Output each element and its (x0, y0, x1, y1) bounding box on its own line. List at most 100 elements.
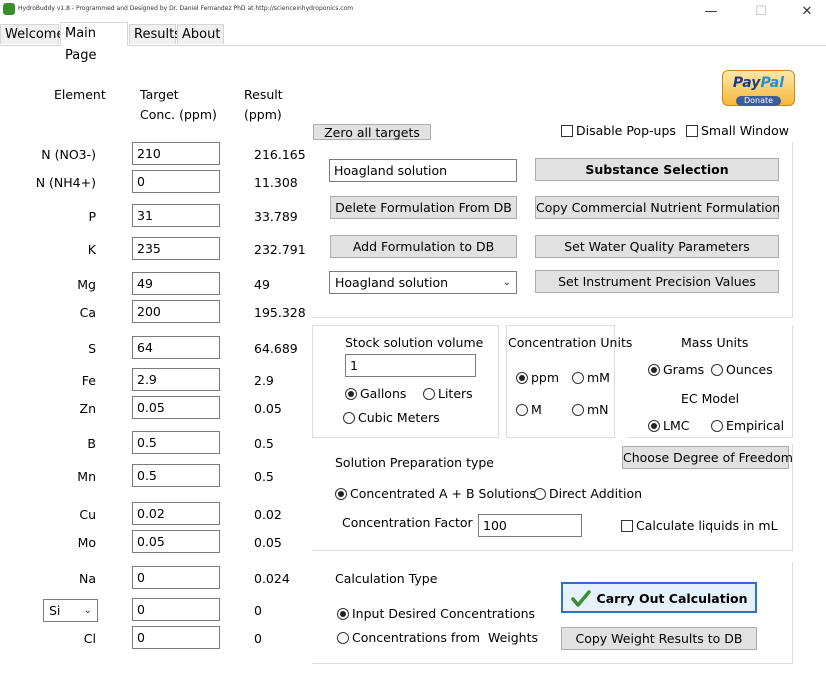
target-concentration-input[interactable]: 210 (132, 142, 220, 165)
target-concentration-input[interactable]: 200 (132, 300, 220, 323)
calculation-type-title: Calculation Type (335, 571, 438, 586)
empirical-radio[interactable]: Empirical (711, 417, 784, 433)
close-button[interactable]: ✕ (784, 0, 826, 22)
checkbox-icon (561, 124, 573, 137)
target-concentration-input[interactable]: 0 (132, 598, 220, 621)
tab-about[interactable]: About (177, 24, 224, 44)
copy-weight-results-button[interactable]: Copy Weight Results to DB (561, 627, 757, 650)
result-value: 11.308 (254, 175, 298, 190)
grams-radio[interactable]: Grams (648, 361, 704, 377)
target-concentration-input[interactable]: 0 (132, 170, 220, 193)
element-label: P (88, 209, 96, 224)
radio-icon (337, 631, 349, 644)
gallons-radio[interactable]: Gallons (345, 385, 406, 401)
minimize-button[interactable]: — (688, 0, 734, 22)
concentration-units-title: Concentration Units (508, 335, 633, 350)
carry-out-calculation-label: Carry Out Calculation (596, 591, 748, 606)
header-element: Element (54, 87, 106, 102)
element-label: Mg (77, 277, 96, 292)
mN-radio[interactable]: mN (572, 401, 609, 417)
input-desired-concentrations-radio[interactable]: Input Desired Concentrations (337, 605, 535, 621)
M-radio[interactable]: M (516, 401, 542, 417)
result-value: 232.791 (254, 242, 306, 257)
radio-selected-icon (345, 387, 357, 400)
result-value: 216.165 (254, 147, 306, 162)
target-concentration-input[interactable]: 2.9 (132, 368, 220, 391)
tab-welcome[interactable]: Welcome (0, 24, 64, 44)
result-value: 0.5 (254, 469, 274, 484)
zero-all-targets-button[interactable]: Zero all targets (313, 124, 431, 140)
app-icon (3, 3, 15, 15)
radio-selected-icon (648, 419, 660, 432)
target-concentration-input[interactable]: 0 (132, 626, 220, 649)
target-concentration-input[interactable]: 0.5 (132, 464, 220, 487)
target-concentration-input[interactable]: 49 (132, 272, 220, 295)
target-concentration-input[interactable]: 64 (132, 336, 220, 359)
lmc-radio[interactable]: LMC (648, 417, 689, 433)
delete-formulation-button[interactable]: Delete Formulation From DB (330, 196, 517, 219)
result-value: 0 (254, 603, 262, 618)
ounces-radio[interactable]: Ounces (711, 361, 773, 377)
direct-addition-radio[interactable]: Direct Addition (534, 485, 642, 501)
paypal-logo-pay: Pay (732, 75, 761, 91)
element-select[interactable]: Si ⌄ (43, 599, 98, 622)
element-label: Mo (77, 535, 96, 550)
maximize-button[interactable]: ☐ (738, 0, 784, 22)
set-water-quality-button[interactable]: Set Water Quality Parameters (535, 235, 779, 258)
window-title: HydroBuddy v1.8 - Programmed and Designe… (18, 5, 354, 12)
substance-selection-button[interactable]: Substance Selection (535, 158, 779, 181)
paypal-donate-label: Donate (735, 96, 782, 106)
empirical-label: Empirical (726, 418, 785, 433)
liters-radio[interactable]: Liters (423, 385, 473, 401)
grams-label: Grams (663, 362, 705, 377)
paypal-logo: PayPal (723, 74, 794, 92)
target-concentration-input[interactable]: 0 (132, 566, 220, 589)
element-label: Na (78, 571, 96, 586)
target-concentration-input[interactable]: 0.5 (132, 431, 220, 454)
concentrated-ab-radio[interactable]: Concentrated A + B Solutions (335, 485, 536, 501)
formulation-select[interactable]: Hoagland solution ⌄ (329, 271, 517, 294)
copy-commercial-formulation-button[interactable]: Copy Commercial Nutrient Formulation (535, 196, 780, 219)
add-formulation-button[interactable]: Add Formulation to DB (330, 235, 517, 258)
radio-selected-icon (648, 363, 660, 376)
radio-icon (572, 403, 584, 416)
radio-icon (516, 403, 528, 416)
mM-radio[interactable]: mM (572, 369, 610, 385)
tab-main-page[interactable]: Main Page (60, 22, 128, 63)
small-window-checkbox[interactable]: Small Window (686, 122, 789, 138)
element-label: N (NO3-) (41, 147, 96, 162)
target-concentration-input[interactable]: 235 (132, 237, 220, 260)
result-value: 0.05 (254, 535, 282, 550)
carry-out-calculation-button[interactable]: Carry Out Calculation (561, 582, 757, 613)
radio-icon (534, 487, 546, 500)
concentration-factor-input[interactable]: 100 (478, 514, 582, 537)
paypal-donate-button[interactable]: PayPal Donate (722, 70, 795, 106)
choose-degree-of-freedom-button[interactable]: Choose Degree of Freedom (622, 446, 793, 469)
result-value: 0.5 (254, 436, 274, 451)
disable-popups-checkbox[interactable]: Disable Pop-ups (561, 122, 676, 138)
tab-results[interactable]: Results (129, 24, 181, 44)
result-value: 2.9 (254, 373, 274, 388)
element-label: Fe (81, 373, 96, 388)
chevron-down-icon: ⌄ (502, 277, 511, 288)
solution-preparation-title: Solution Preparation type (335, 455, 495, 470)
cubic-meters-radio[interactable]: Cubic Meters (343, 409, 440, 425)
concentrations-from-weights-radio[interactable]: Concentrations from Weights (337, 629, 538, 645)
stock-volume-title: Stock solution volume (345, 335, 484, 350)
chevron-down-icon: ⌄ (83, 605, 92, 616)
ppm-radio[interactable]: ppm (516, 369, 559, 385)
stock-volume-input[interactable]: 1 (345, 354, 476, 377)
element-label: Zn (79, 401, 97, 416)
target-concentration-input[interactable]: 0.02 (132, 502, 220, 525)
header-result: Result (244, 87, 283, 102)
target-concentration-input[interactable]: 31 (132, 204, 220, 227)
target-concentration-input[interactable]: 0.05 (132, 530, 220, 553)
set-instrument-precision-button[interactable]: Set Instrument Precision Values (535, 270, 779, 293)
element-label: B (87, 436, 96, 451)
calculate-liquids-ml-checkbox[interactable]: Calculate liquids in mL (621, 517, 778, 533)
target-concentration-input[interactable]: 0.05 (132, 396, 220, 419)
formulation-select-value: Hoagland solution (335, 275, 449, 290)
mM-label: mM (587, 370, 610, 385)
result-value: 0.02 (254, 507, 282, 522)
formulation-name-input[interactable]: Hoagland solution (329, 159, 517, 182)
